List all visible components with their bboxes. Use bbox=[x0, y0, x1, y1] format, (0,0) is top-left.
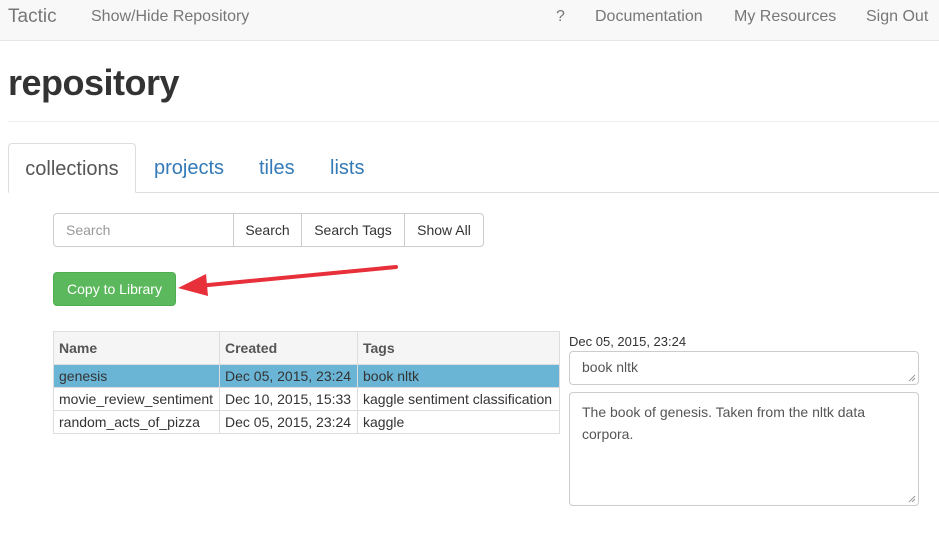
search-button[interactable]: Search bbox=[233, 213, 302, 247]
tabs-divider bbox=[8, 192, 939, 193]
table-row[interactable]: random_acts_of_pizza Dec 05, 2015, 23:24… bbox=[53, 410, 560, 434]
search-input[interactable] bbox=[53, 213, 234, 247]
documentation-link[interactable]: Documentation bbox=[595, 8, 703, 26]
show-hide-repository-link[interactable]: Show/Hide Repository bbox=[91, 8, 249, 26]
detail-tags-field[interactable]: book nltk bbox=[569, 351, 919, 385]
tab-lists[interactable]: lists bbox=[330, 143, 364, 193]
cell-created: Dec 10, 2015, 15:33 bbox=[219, 387, 358, 411]
cell-name: movie_review_sentiment bbox=[53, 387, 220, 411]
title-divider bbox=[8, 121, 939, 122]
help-link[interactable]: ? bbox=[556, 8, 565, 26]
column-header-created[interactable]: Created bbox=[219, 331, 358, 365]
cell-tags: kaggle bbox=[357, 410, 560, 434]
collections-table: Name Created Tags genesis Dec 05, 2015, … bbox=[53, 331, 560, 434]
tab-collections[interactable]: collections bbox=[8, 143, 136, 193]
cell-created: Dec 05, 2015, 23:24 bbox=[219, 410, 358, 434]
tab-projects[interactable]: projects bbox=[154, 143, 224, 193]
tab-tiles[interactable]: tiles bbox=[259, 143, 295, 193]
cell-name: genesis bbox=[53, 364, 220, 388]
table-row[interactable]: genesis Dec 05, 2015, 23:24 book nltk bbox=[53, 364, 560, 388]
copy-to-library-button[interactable]: Copy to Library bbox=[53, 272, 176, 306]
brand-link[interactable]: Tactic bbox=[8, 6, 57, 28]
show-all-button[interactable]: Show All bbox=[404, 213, 484, 247]
resize-grip-icon[interactable] bbox=[908, 374, 916, 382]
cell-tags: book nltk bbox=[357, 364, 560, 388]
detail-date: Dec 05, 2015, 23:24 bbox=[569, 334, 687, 349]
search-tags-button[interactable]: Search Tags bbox=[301, 213, 405, 247]
cell-created: Dec 05, 2015, 23:24 bbox=[219, 364, 358, 388]
column-header-name[interactable]: Name bbox=[53, 331, 220, 365]
sign-out-link[interactable]: Sign Out bbox=[866, 8, 928, 26]
navbar: Tactic Show/Hide Repository ? Documentat… bbox=[0, 0, 939, 41]
table-header-row: Name Created Tags bbox=[53, 331, 560, 365]
detail-tags-text: book nltk bbox=[582, 359, 639, 375]
column-header-tags[interactable]: Tags bbox=[357, 331, 560, 365]
table-row[interactable]: movie_review_sentiment Dec 10, 2015, 15:… bbox=[53, 387, 560, 411]
detail-description-field[interactable]: The book of genesis. Taken from the nltk… bbox=[569, 392, 919, 506]
resize-grip-icon[interactable] bbox=[908, 495, 916, 503]
cell-name: random_acts_of_pizza bbox=[53, 410, 220, 434]
cell-tags: kaggle sentiment classification bbox=[357, 387, 560, 411]
page-title: repository bbox=[8, 62, 180, 103]
my-resources-link[interactable]: My Resources bbox=[734, 8, 836, 26]
detail-description-text: The book of genesis. Taken from the nltk… bbox=[582, 404, 866, 442]
annotation-arrow-icon bbox=[178, 265, 398, 296]
